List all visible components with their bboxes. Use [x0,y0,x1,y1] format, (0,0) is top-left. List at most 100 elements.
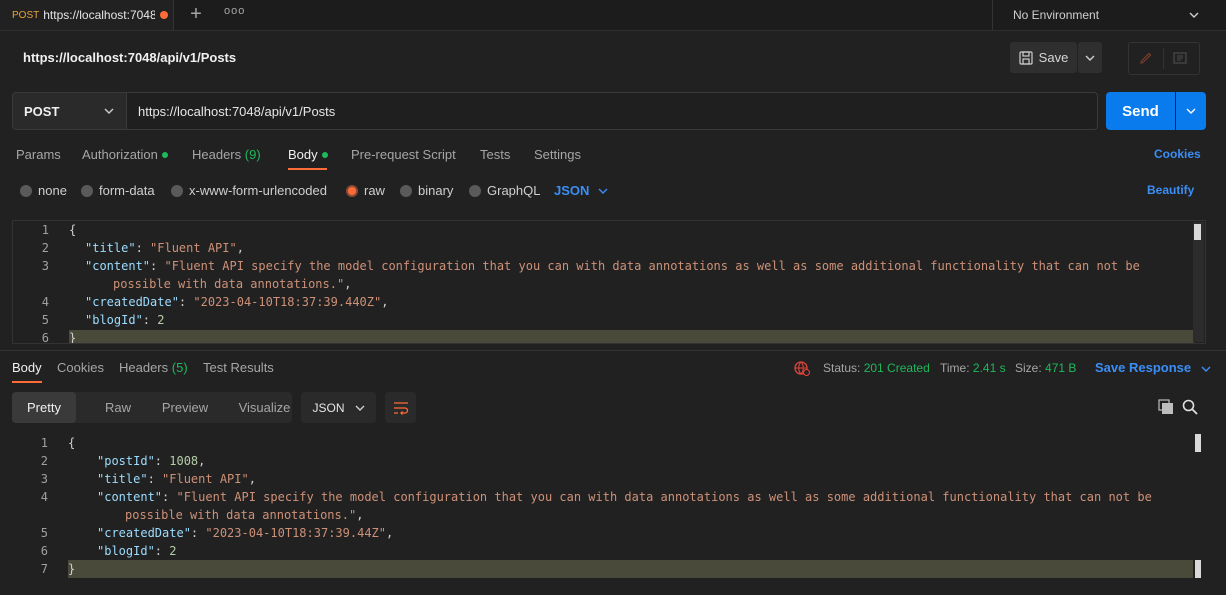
pane-divider[interactable] [0,350,1226,351]
response-tab-headers[interactable]: Headers (5) [119,360,188,375]
json-key: "createdDate" [97,526,191,540]
view-pretty[interactable]: Pretty [12,392,76,423]
response-tab-cookies[interactable]: Cookies [57,360,104,375]
code-line: "postId": 1008, [97,454,206,468]
json-comma: , [248,472,256,486]
response-time[interactable]: Time: 2.41 s [940,361,1006,375]
body-format-select[interactable]: JSON [554,183,608,198]
line-number: 5 [41,313,49,327]
radio-label: form-data [99,183,155,198]
response-body-viewer[interactable]: 1 { 2 "postId": 1008, 3 "title": "Fluent… [12,432,1206,582]
chevron-down-icon [355,405,364,411]
tab-body[interactable]: Body [288,147,328,162]
copy-icon[interactable] [1158,399,1174,415]
beautify-link[interactable]: Beautify [1147,183,1194,197]
cookies-link[interactable]: Cookies [1154,147,1201,161]
tab-label: Body [288,147,318,162]
send-dropdown-button[interactable] [1176,92,1206,130]
line-number: 5 [40,526,48,540]
tab-params[interactable]: Params [16,147,61,162]
response-tab-test-results[interactable]: Test Results [203,360,274,375]
code-line: { [69,223,77,237]
tab-tests[interactable]: Tests [480,147,510,162]
view-preview[interactable]: Preview [149,392,221,423]
json-value: "Fluent API" [162,472,249,486]
request-title[interactable]: https://localhost:7048/api/v1/Posts [23,50,236,65]
radio-label: x-www-form-urlencoded [189,183,327,198]
more-tabs-icon[interactable]: ooo [224,5,244,21]
radio-label: GraphQL [487,183,541,198]
response-tab-body[interactable]: Body [12,360,42,375]
url-input[interactable]: https://localhost:7048/api/v1/Posts [127,92,1098,130]
headers-count: (5) [171,360,188,375]
code-line: "content": "Fluent API specify the model… [85,259,1140,273]
tab-label: Headers [119,360,169,375]
save-button[interactable]: Save [1010,42,1077,73]
response-size[interactable]: Size: 471 B [1015,361,1076,375]
active-dot-icon [161,151,168,158]
environment-selector[interactable]: No Environment [992,0,1226,30]
scrollbar-end-marker [1195,560,1201,578]
size-label: Size: [1015,361,1042,375]
json-key: "blogId" [97,544,155,558]
line-number: 2 [41,241,49,255]
wrap-lines-button[interactable] [385,392,416,423]
response-format-select[interactable]: JSON [301,392,376,423]
json-key: "content" [85,259,151,273]
scrollbar-thumb[interactable] [1195,434,1201,452]
search-icon[interactable] [1182,399,1198,415]
unsaved-dot-icon [160,11,169,19]
save-dropdown-button[interactable] [1078,42,1102,73]
save-response-label: Save Response [1095,360,1192,375]
request-editor-scrollbar[interactable] [1193,222,1204,342]
save-response-button[interactable]: Save Response [1095,360,1211,375]
code-line: "title": "Fluent API", [97,472,256,486]
code-line: } [69,331,77,344]
new-tab-button[interactable]: + [187,4,205,24]
scrollbar-thumb[interactable] [1194,224,1201,240]
tab-authorization[interactable]: Authorization [82,147,168,162]
line-number: 1 [40,436,48,450]
json-comma: , [198,454,206,468]
radio-binary[interactable]: binary [400,183,453,198]
code-line: "content": "Fluent API specify the model… [97,490,1152,504]
request-tab[interactable]: POST https://localhost:7048 [0,0,174,30]
radio-raw[interactable]: raw [346,183,385,198]
json-comma: , [356,508,364,522]
tab-headers[interactable]: Headers (9) [192,147,261,162]
json-comma: , [236,241,244,255]
view-visualize[interactable]: Visualize [226,392,303,423]
status-label: Status: [823,361,861,375]
radio-none[interactable]: none [20,183,67,198]
documentation-icon[interactable] [1173,51,1187,65]
edit-icon[interactable] [1139,51,1153,65]
json-number: 2 [157,313,165,327]
active-tab-indicator [288,168,327,170]
line-number: 1 [41,223,49,237]
response-status[interactable]: Status: 201 Created [823,361,930,375]
chevron-down-icon [1085,55,1095,61]
tab-settings[interactable]: Settings [534,147,581,162]
request-body-editor[interactable]: 1 { 2 "title": "Fluent API", 3 "content"… [12,220,1206,344]
view-raw[interactable]: Raw [82,392,154,423]
json-comma: , [344,277,352,291]
headers-count: (9) [244,147,261,162]
response-scrollbar[interactable] [1195,434,1204,578]
method-select[interactable]: POST [12,92,127,130]
radio-circle [400,184,412,197]
radio-graphql[interactable]: GraphQL [469,183,540,198]
radio-circle [469,184,481,197]
chevron-down-icon [104,108,114,114]
globe-icon[interactable] [794,360,810,376]
save-icon [1019,50,1033,65]
json-value: "Fluent API" [150,241,237,255]
code-line: } [68,562,76,576]
line-number: 4 [41,295,49,309]
line-number: 3 [40,472,48,486]
tab-pre-request-script[interactable]: Pre-request Script [351,147,456,162]
code-line: "createdDate": "2023-04-10T18:37:39.44Z"… [97,526,394,540]
radio-x-www-form-urlencoded[interactable]: x-www-form-urlencoded [171,183,327,198]
radio-form-data[interactable]: form-data [81,183,155,198]
send-button[interactable]: Send [1106,92,1175,130]
line-number: 7 [40,562,48,576]
